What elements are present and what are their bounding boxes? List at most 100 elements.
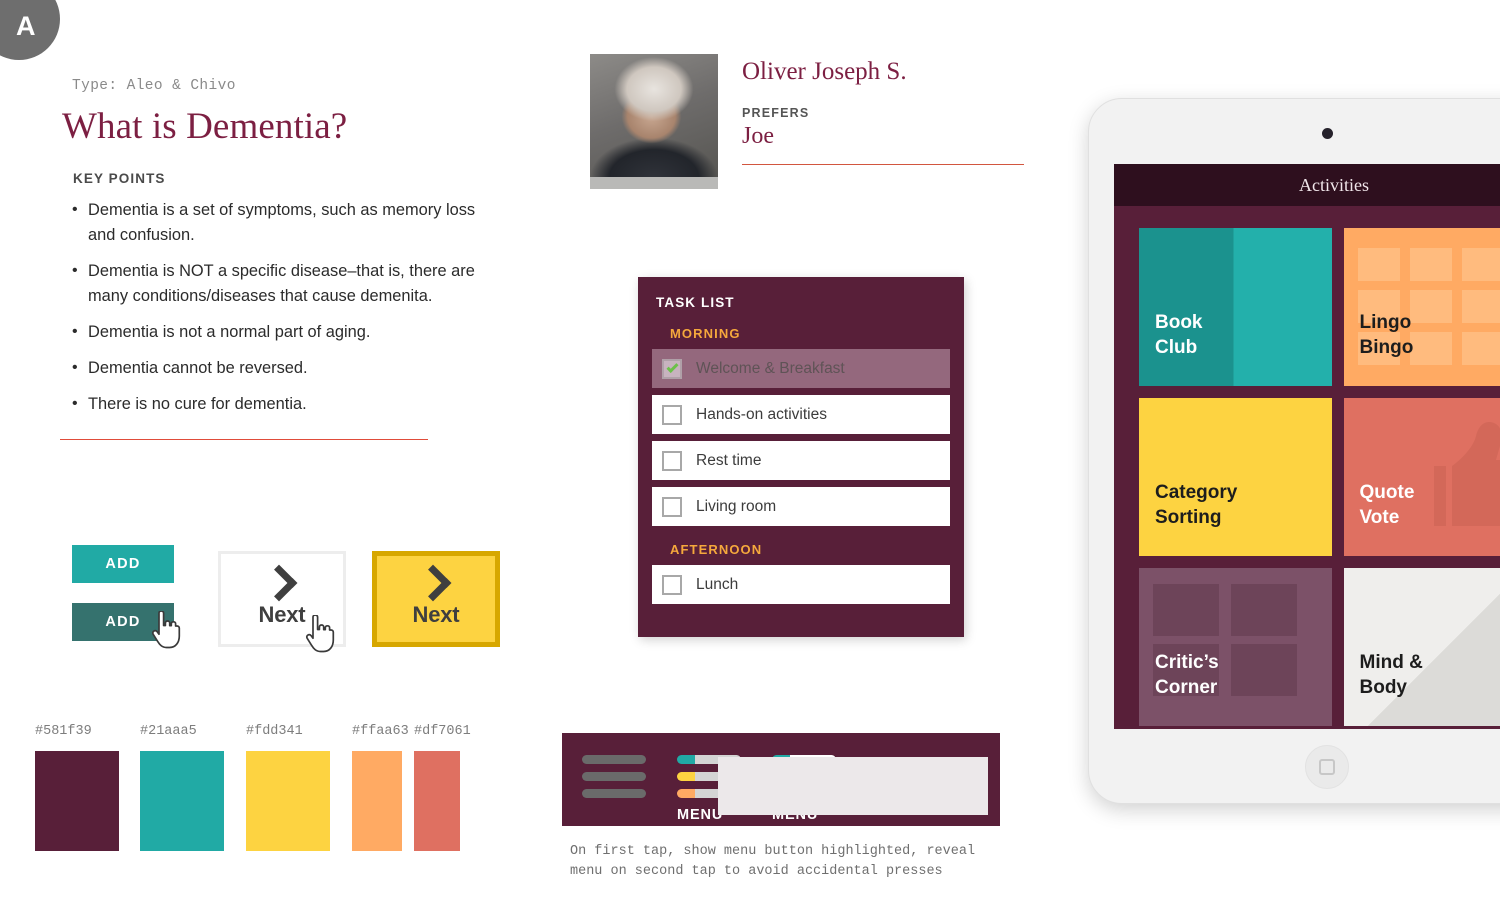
activities-grid: Book Club Lingo Bingo Category Sorting Q… [1114,206,1500,729]
next-button-label: Next [258,602,306,627]
tablet-screen: Activities Book Club Lingo Bingo Categor… [1114,164,1500,729]
tile-label-line2: Body [1359,677,1408,698]
photo-bottom-strip [590,177,718,189]
activity-tile-quote-vote[interactable]: Quote Vote [1343,398,1500,556]
task-row[interactable]: Rest time [652,441,950,480]
list-item: Dementia is a set of symptoms, such as m… [70,197,492,248]
swatch-hex: #fdd341 [246,724,303,739]
list-item: There is no cure for dementia. [70,391,492,417]
swatch-chip [246,751,330,851]
swatch-hex: #21aaa5 [140,724,197,739]
tile-label-line1: Book [1155,312,1203,333]
camera-dot-icon [1322,128,1333,139]
tile-label-line2: Club [1155,337,1198,358]
tablet-device: Activities Book Club Lingo Bingo Categor… [1088,98,1500,804]
checkbox-icon[interactable] [662,574,682,595]
task-section-label: AFTERNOON [670,542,763,557]
home-button[interactable] [1305,745,1349,789]
task-label: Living room [696,497,777,515]
task-row[interactable]: Welcome & Breakfast [652,349,950,388]
resident-profile: Oliver Joseph S. PREFERS Joe [590,54,1024,189]
swatch: #df7061 [414,724,471,851]
home-square-icon [1319,759,1335,775]
tile-label-line1: Category [1155,482,1238,503]
profile-details: Oliver Joseph S. PREFERS Joe [742,54,1024,189]
book-pages-icon [1139,228,1332,386]
prefers-label: PREFERS [742,106,810,120]
next-button-active-label: Next [412,602,460,627]
task-label: Hands-on activities [696,405,827,423]
tile-label-line1: Critic’s [1155,652,1219,673]
typeface-note: Type: Aleo & Chivo [72,78,236,94]
task-label: Welcome & Breakfast [696,359,845,377]
checkbox-checked-icon[interactable] [662,358,682,379]
tile-label-line2: Corner [1155,677,1218,698]
tile-label-line2: Sorting [1155,507,1222,528]
activity-tile-category-sorting[interactable]: Category Sorting [1139,398,1332,556]
swatch: #fdd341 [246,724,330,851]
checkbox-icon[interactable] [662,404,682,425]
prefers-value[interactable]: Joe [742,123,1024,150]
activity-tile-lingo-bingo[interactable]: Lingo Bingo [1343,228,1500,386]
left-content-column: Type: Aleo & Chivo What is Dementia? KEY… [60,78,492,440]
portrait-photo [590,54,718,189]
tile-label: Lingo Bingo [1360,310,1414,360]
key-points-list: Dementia is a set of symptoms, such as m… [70,197,492,417]
tile-label-line2: Bingo [1359,337,1414,358]
slide-letter-badge: A [0,0,60,60]
task-list-title: TASK LIST [656,295,735,310]
thumbs-up-icon [1434,422,1500,526]
bingo-card-icon [1343,228,1500,386]
tile-label: Category Sorting [1155,480,1237,530]
swatch: #21aaa5 [140,724,224,851]
chevron-right-icon [260,564,297,602]
add-button[interactable]: ADD [72,545,174,583]
chevron-right-icon [414,564,451,602]
divider [742,164,1024,165]
swatch-hex: #df7061 [414,724,471,739]
menu-behavior-caption: On first tap, show menu button highlight… [570,844,976,879]
tile-label: Quote Vote [1360,480,1415,530]
next-button-active[interactable]: Next [372,551,500,647]
list-item: Dementia is not a normal part of aging. [70,319,492,345]
pointing-hand-cursor [150,611,182,649]
tile-label-line2: Vote [1359,507,1400,528]
activity-tile-book-club[interactable]: Book Club [1139,228,1332,386]
tile-label: Mind & Body [1360,650,1423,700]
swatch: #ffaa63 [352,724,409,851]
color-palette: #581f39 #21aaa5 #fdd341 #ffaa63 #df7061 [35,724,471,851]
checkbox-icon[interactable] [662,450,682,471]
task-row[interactable]: Living room [652,487,950,526]
tile-label-line1: Lingo [1359,312,1412,333]
swatch-hex: #581f39 [35,724,92,739]
task-label: Lunch [696,575,739,593]
task-section-label: MORNING [670,326,741,341]
tile-label-line1: Quote [1359,482,1415,503]
profile-name: Oliver Joseph S. [742,58,907,85]
task-label: Rest time [696,451,762,469]
design-board: A Type: Aleo & Chivo What is Dementia? K… [0,0,1500,900]
badge-letter: A [16,10,36,41]
menu-button-default[interactable] [582,755,646,798]
task-row[interactable]: Hands-on activities [652,395,950,434]
avatar [590,54,718,189]
list-item: Dementia is NOT a specific disease–that … [70,258,492,309]
key-points-label: KEY POINTS [73,171,166,186]
tile-label-line1: Mind & [1359,652,1423,673]
task-list-panel: TASK LIST MORNING Welcome & Breakfast Ha… [638,277,964,637]
revealed-menu-panel[interactable] [718,757,988,815]
button-specimens: ADD ADD Next Next [72,545,532,665]
swatch-chip [140,751,224,851]
divider [60,439,428,440]
task-row[interactable]: Lunch [652,565,950,604]
pointing-hand-cursor [304,615,336,653]
swatch: #581f39 [35,724,119,851]
checkbox-icon[interactable] [662,496,682,517]
list-item: Dementia cannot be reversed. [70,355,492,381]
grid-squares-icon [1139,568,1332,726]
page-title: What is Dementia? [62,106,348,147]
tile-label: Book Club [1155,310,1203,360]
activity-tile-critics-corner[interactable]: Critic’s Corner [1139,568,1332,726]
activity-tile-mind-body[interactable]: Mind & Body [1343,568,1500,726]
swatch-chip [35,751,119,851]
